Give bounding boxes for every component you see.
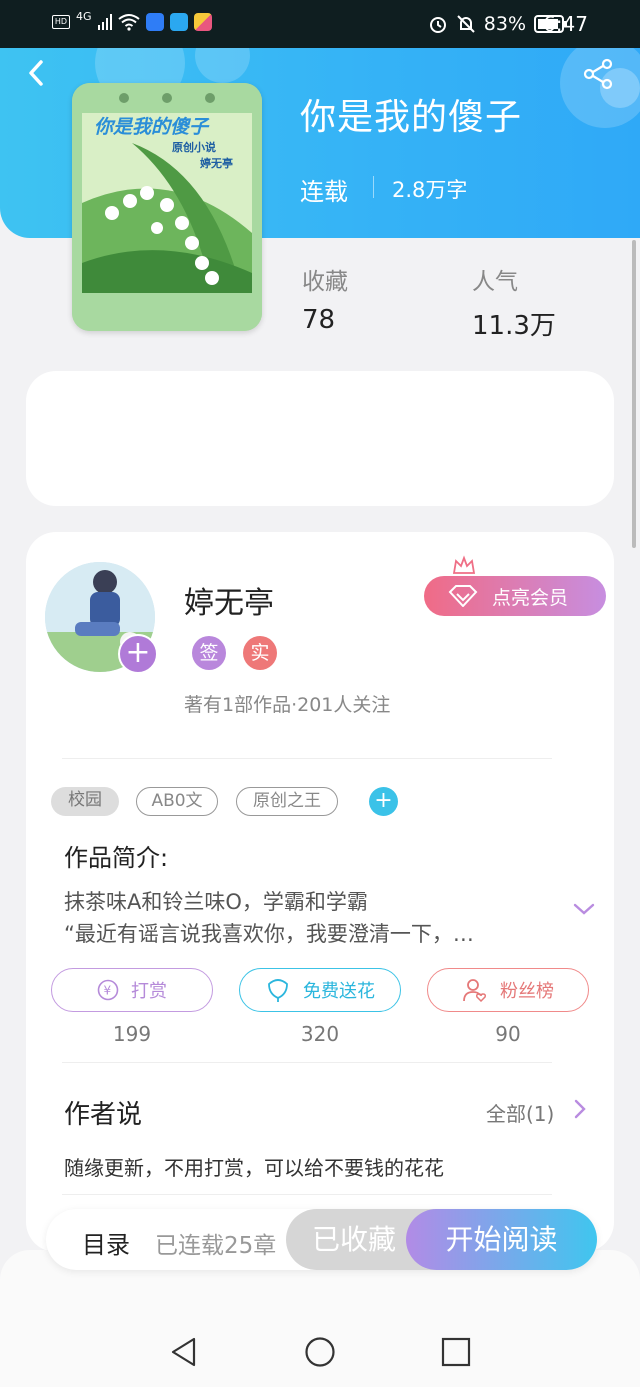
author-name[interactable]: 婷无亭 xyxy=(184,578,274,622)
book-cover[interactable]: 你是我的傻子 原创小说 婷无亭 xyxy=(72,83,262,331)
author-says-all-link[interactable]: 全部(1) xyxy=(486,1098,554,1127)
fan-count: 90 xyxy=(495,1022,521,1046)
mute-bell-icon xyxy=(457,15,475,33)
book-title: 你是我的傻子 xyxy=(300,97,523,138)
author-says-text: 随缘更新，不用打赏，可以给不要钱的花花 xyxy=(64,1156,444,1180)
status-bar: HD 4G 83% 6:47 xyxy=(0,0,640,48)
reward-label: 打赏 xyxy=(131,981,167,1002)
divider xyxy=(62,758,552,759)
synopsis-line-1: 抹茶味A和铃兰味O，学霸和学霸 xyxy=(64,890,368,914)
catalog-button[interactable]: 目录 xyxy=(82,1225,130,1260)
nav-back-icon[interactable] xyxy=(168,1336,200,1368)
start-reading-button[interactable]: 开始阅读 xyxy=(406,1209,597,1270)
fan-ranking-button[interactable]: 粉丝榜 xyxy=(427,968,589,1012)
diamond-icon xyxy=(448,585,478,607)
network-label: 4G xyxy=(76,9,92,23)
popularity-count: 11.3万 xyxy=(472,311,556,341)
chapter-count: 已连载25章 xyxy=(155,1233,277,1259)
fan-ranking-label: 粉丝榜 xyxy=(500,981,554,1002)
signed-badge: 签 xyxy=(192,636,226,670)
app-colorful-icon xyxy=(193,13,212,31)
crown-icon xyxy=(452,555,476,574)
flower-icon xyxy=(268,979,288,1002)
hd-icon: HD xyxy=(52,15,70,29)
scrollbar[interactable] xyxy=(632,240,636,548)
synopsis-label: 作品简介: xyxy=(64,844,169,872)
send-flower-label: 免费送花 xyxy=(303,981,375,1002)
word-count: 2.8万字 xyxy=(392,178,468,202)
nav-recents-icon[interactable] xyxy=(440,1336,472,1368)
signal-icon xyxy=(97,14,112,30)
share-icon[interactable] xyxy=(582,58,614,90)
serial-status: 连载 xyxy=(300,178,348,206)
cover-title-text: 你是我的傻子 xyxy=(94,116,210,138)
cover-sub-text: 原创小说 xyxy=(172,140,216,154)
divider xyxy=(373,176,374,198)
favorites-count: 78 xyxy=(302,305,336,335)
vip-label: 点亮会员 xyxy=(492,586,569,609)
clock: 6:47 xyxy=(543,12,588,36)
author-says-label: 作者说 xyxy=(64,1100,143,1130)
reward-button[interactable]: ¥ 打赏 xyxy=(51,968,213,1012)
tag-original-king[interactable]: 原创之王 xyxy=(236,787,338,816)
tag-campus[interactable]: 校园 xyxy=(51,787,119,816)
svg-text:¥: ¥ xyxy=(104,984,112,998)
popularity-label: 人气 xyxy=(472,269,518,295)
back-arrow-icon[interactable] xyxy=(22,58,52,88)
follow-plus-button[interactable]: + xyxy=(118,634,158,674)
yuan-coin-icon: ¥ xyxy=(97,979,119,1001)
cover-art: 你是我的傻子 原创小说 婷无亭 xyxy=(72,83,262,331)
app-search-icon xyxy=(169,13,188,31)
tag-abo[interactable]: AB0文 xyxy=(136,787,218,816)
chevron-right-icon[interactable] xyxy=(572,1098,588,1120)
battery-percent: 83% xyxy=(483,13,526,35)
alarm-icon xyxy=(429,17,446,33)
vip-button[interactable]: 点亮会员 xyxy=(424,576,606,616)
add-tag-button[interactable]: + xyxy=(369,787,398,816)
cover-author-text: 婷无亭 xyxy=(200,156,233,170)
verified-badge: 实 xyxy=(243,636,277,670)
send-flower-button[interactable]: 免费送花 xyxy=(239,968,401,1012)
wifi-icon xyxy=(117,14,140,31)
nav-home-icon[interactable] xyxy=(304,1336,336,1368)
divider xyxy=(62,1062,552,1063)
flower-count: 320 xyxy=(300,1022,340,1046)
chevron-down-icon[interactable] xyxy=(572,900,596,918)
favorites-label: 收藏 xyxy=(302,269,348,295)
user-heart-icon xyxy=(463,979,486,1002)
blank-card xyxy=(26,371,614,506)
reward-count: 199 xyxy=(112,1022,152,1046)
author-info: 著有1部作品·201人关注 xyxy=(184,694,391,716)
synopsis-line-2: “最近有谣言说我喜欢你，我要澄清一下，… xyxy=(64,922,474,946)
book-detail-page: { "status_bar": { "left_label": "HD", "n… xyxy=(0,0,640,1387)
divider xyxy=(62,1194,552,1195)
app-bulb-icon xyxy=(145,13,164,31)
